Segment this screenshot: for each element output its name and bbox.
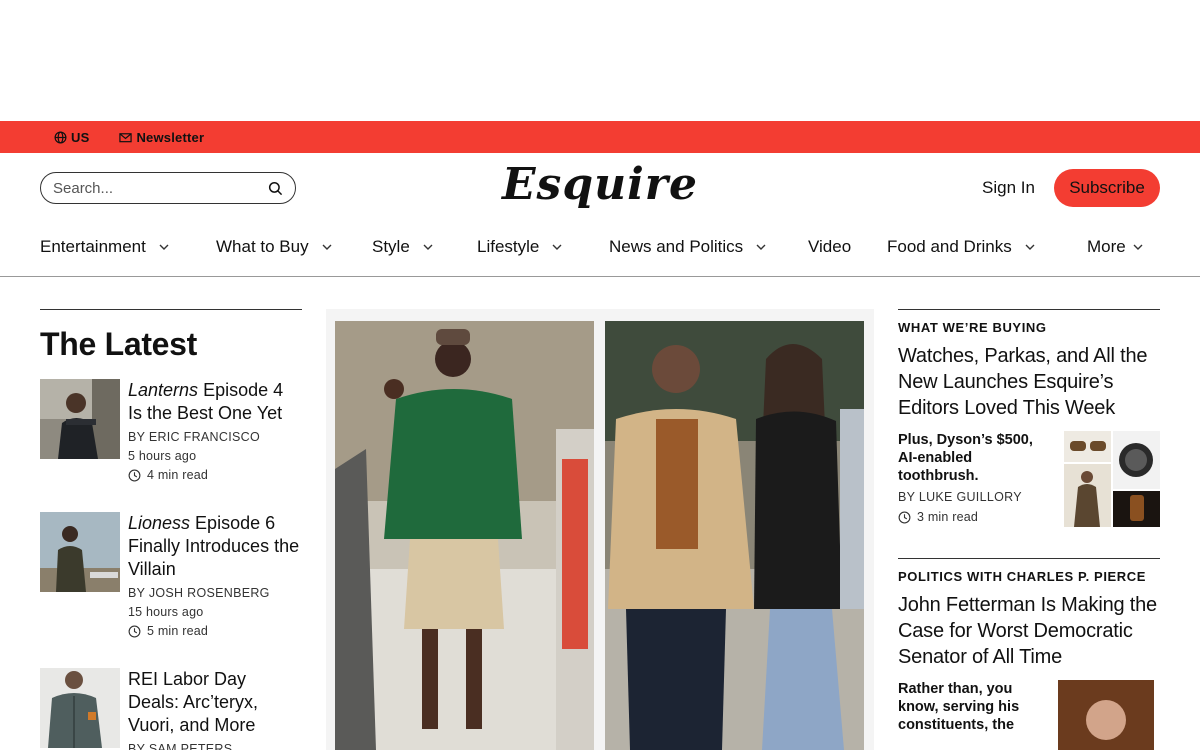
chevron-down-icon bbox=[756, 244, 766, 250]
featured-block-politics: POLITICS WITH CHARLES P. PIERCE John Fet… bbox=[898, 558, 1160, 750]
story-thumbnail[interactable] bbox=[1058, 680, 1154, 750]
main-nav: Entertainment What to Buy Style Lifestyl… bbox=[0, 223, 1200, 277]
search-icon[interactable] bbox=[268, 181, 283, 196]
newsletter-label: Newsletter bbox=[136, 129, 205, 145]
subscribe-button[interactable]: Subscribe bbox=[1054, 169, 1160, 207]
clock-icon bbox=[898, 511, 911, 523]
hero-photo bbox=[326, 309, 874, 750]
nav-label: Style bbox=[372, 237, 410, 256]
globe-icon bbox=[54, 131, 67, 143]
story-byline[interactable]: BY SAM PETERS bbox=[128, 741, 302, 750]
story-title[interactable]: Lioness Episode 6 Finally Introduces the… bbox=[128, 512, 302, 581]
nav-label: What to Buy bbox=[216, 237, 309, 256]
ad-space bbox=[0, 0, 1200, 121]
story-byline[interactable]: BY ERIC FRANCISCO bbox=[128, 429, 302, 445]
nav-label: News and Politics bbox=[609, 237, 744, 256]
story-thumbnail[interactable] bbox=[1064, 431, 1160, 527]
chevron-down-icon bbox=[1133, 244, 1143, 250]
section-kicker[interactable]: POLITICS WITH CHARLES P. PIERCE bbox=[898, 569, 1160, 584]
search-box[interactable] bbox=[40, 172, 296, 204]
region-label: US bbox=[71, 129, 90, 145]
nav-food-and-drinks[interactable]: Food and Drinks bbox=[887, 237, 1036, 257]
chevron-down-icon bbox=[423, 244, 433, 250]
latest-story[interactable]: Lanterns Episode 4 Is the Best One Yet B… bbox=[40, 379, 302, 482]
featured-block-buying: WHAT WE’RE BUYING Watches, Parkas, and A… bbox=[898, 309, 1160, 527]
story-title[interactable]: Lanterns Episode 4 Is the Best One Yet bbox=[128, 379, 302, 425]
hero-image[interactable] bbox=[326, 309, 874, 750]
nav-video[interactable]: Video bbox=[808, 237, 851, 257]
chevron-down-icon bbox=[322, 244, 332, 250]
mail-icon bbox=[119, 132, 133, 142]
story-thumbnail[interactable] bbox=[40, 512, 120, 592]
site-header: Esquire Sign In Subscribe bbox=[0, 153, 1200, 223]
story-thumbnail[interactable] bbox=[40, 379, 120, 459]
story-timestamp: 5 hours ago bbox=[128, 449, 197, 463]
search-input[interactable] bbox=[53, 179, 268, 197]
nav-label: Food and Drinks bbox=[887, 237, 1012, 256]
chevron-down-icon bbox=[159, 244, 169, 250]
story-thumbnail[interactable] bbox=[40, 668, 120, 748]
story-image bbox=[40, 512, 120, 592]
nav-label: Video bbox=[808, 237, 852, 256]
chevron-down-icon bbox=[552, 244, 562, 250]
story-readtime: 5 min read bbox=[128, 624, 302, 638]
nav-label: Entertainment bbox=[40, 237, 146, 256]
clock-icon bbox=[128, 625, 141, 637]
nav-news-and-politics[interactable]: News and Politics bbox=[609, 237, 767, 257]
nav-label: More bbox=[1087, 237, 1126, 256]
esquire-logo[interactable]: Esquire bbox=[452, 163, 748, 211]
latest-column: The Latest bbox=[40, 309, 302, 363]
region-selector[interactable]: US bbox=[54, 130, 89, 145]
svg-text:Esquire: Esquire bbox=[500, 163, 698, 210]
chevron-down-icon bbox=[1025, 244, 1035, 250]
nav-label: Lifestyle bbox=[477, 237, 540, 256]
top-utility-bar: US Newsletter bbox=[0, 121, 1200, 153]
story-image bbox=[40, 668, 120, 748]
story-title[interactable]: REI Labor Day Deals: Arc’teryx, Vuori, a… bbox=[128, 668, 302, 737]
story-timestamp: 15 hours ago bbox=[128, 605, 204, 619]
nav-what-to-buy[interactable]: What to Buy bbox=[216, 237, 333, 257]
story-title[interactable]: John Fetterman Is Making the Case for Wo… bbox=[898, 592, 1160, 670]
sign-in-link[interactable]: Sign In bbox=[982, 178, 1035, 198]
story-image bbox=[1058, 680, 1154, 750]
story-byline[interactable]: BY JOSH ROSENBERG bbox=[128, 585, 302, 601]
latest-story[interactable]: Lioness Episode 6 Finally Introduces the… bbox=[40, 512, 302, 638]
latest-story[interactable]: REI Labor Day Deals: Arc’teryx, Vuori, a… bbox=[40, 668, 302, 750]
story-dek: Plus, Dyson’s $500, AI-enabled toothbrus… bbox=[898, 432, 1033, 484]
nav-more[interactable]: More bbox=[1087, 237, 1144, 257]
story-image bbox=[1064, 431, 1160, 527]
nav-lifestyle[interactable]: Lifestyle bbox=[477, 237, 563, 257]
latest-heading: The Latest bbox=[40, 326, 198, 362]
nav-style[interactable]: Style bbox=[372, 237, 434, 257]
story-dek: Rather than, you know, serving his const… bbox=[898, 681, 1020, 733]
story-readtime: 4 min read bbox=[128, 468, 302, 482]
story-title[interactable]: Watches, Parkas, and All the New Launche… bbox=[898, 343, 1160, 421]
newsletter-link[interactable]: Newsletter bbox=[119, 130, 204, 145]
story-image bbox=[40, 379, 120, 459]
nav-entertainment[interactable]: Entertainment bbox=[40, 237, 170, 257]
section-kicker[interactable]: WHAT WE’RE BUYING bbox=[898, 320, 1160, 335]
clock-icon bbox=[128, 469, 141, 481]
story-readtime: 3 min read bbox=[898, 510, 1054, 524]
story-byline[interactable]: BY LUKE GUILLORY bbox=[898, 489, 1054, 505]
